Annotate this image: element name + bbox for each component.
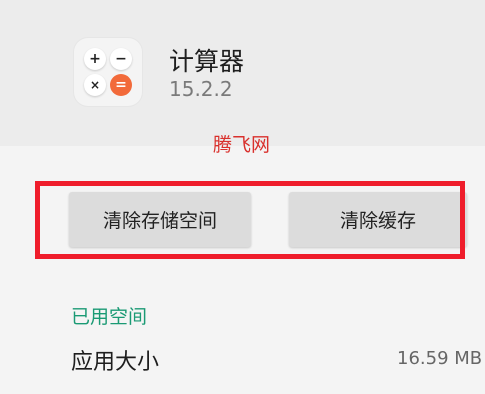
plus-key-icon: + xyxy=(84,48,106,70)
multiply-key-icon: × xyxy=(84,74,106,96)
clear-storage-button[interactable]: 清除存储空间 xyxy=(69,192,251,247)
calculator-icon: + − × = xyxy=(74,38,142,106)
app-header: + − × = 计算器 15.2.2 xyxy=(0,0,485,146)
clear-cache-button[interactable]: 清除缓存 xyxy=(289,192,467,247)
minus-key-icon: − xyxy=(110,48,132,70)
app-size-value: 16.59 MB xyxy=(397,348,483,369)
app-name: 计算器 xyxy=(169,47,245,76)
storage-section-title: 已用空间 xyxy=(71,306,148,328)
watermark: 腾飞网 xyxy=(213,134,271,156)
app-version: 15.2.2 xyxy=(169,77,233,101)
app-size-label: 应用大小 xyxy=(71,350,160,375)
equals-key-icon: = xyxy=(110,74,132,96)
